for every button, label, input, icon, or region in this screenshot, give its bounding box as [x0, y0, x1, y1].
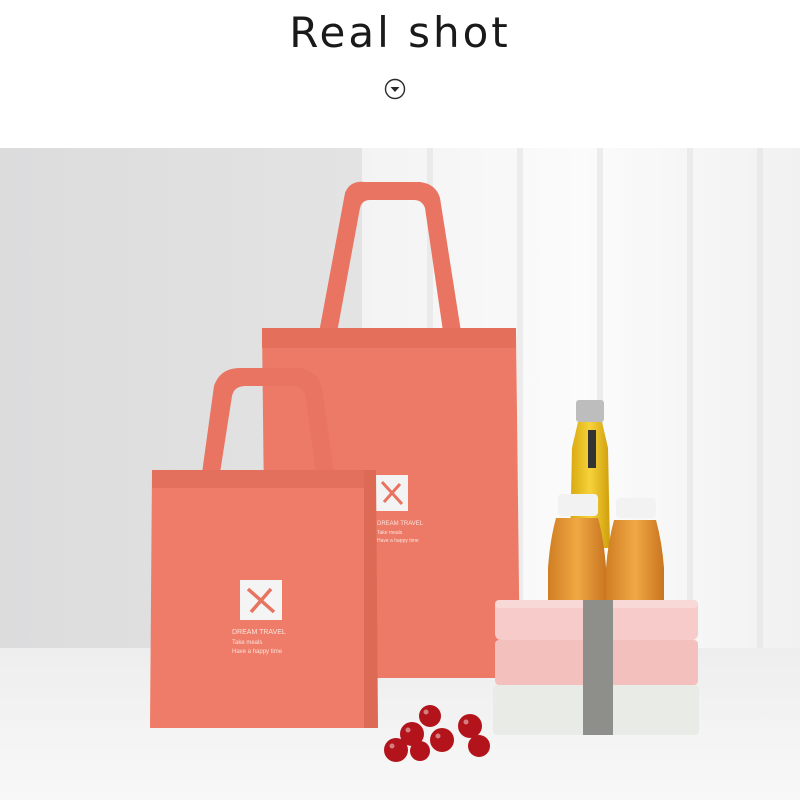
lunch-box-strap	[583, 600, 613, 735]
small-bag-text-1: DREAM TRAVEL	[232, 629, 286, 636]
lunch-box	[493, 600, 699, 735]
large-bag-text-1: DREAM TRAVEL	[377, 521, 424, 527]
large-bag-text-3: Have a happy time	[377, 538, 419, 544]
page-title: Real shot	[289, 8, 511, 57]
chevron-down-circle-icon[interactable]	[384, 78, 406, 100]
small-bag-text-2: Take meals	[232, 640, 262, 646]
header: Real shot	[0, 0, 800, 148]
large-bag-text-2: Take meals	[377, 530, 403, 536]
product-photo: DREAM TRAVEL Take meals Have a happy tim…	[0, 148, 800, 800]
small-bag-text-3: Have a happy time	[232, 649, 283, 655]
